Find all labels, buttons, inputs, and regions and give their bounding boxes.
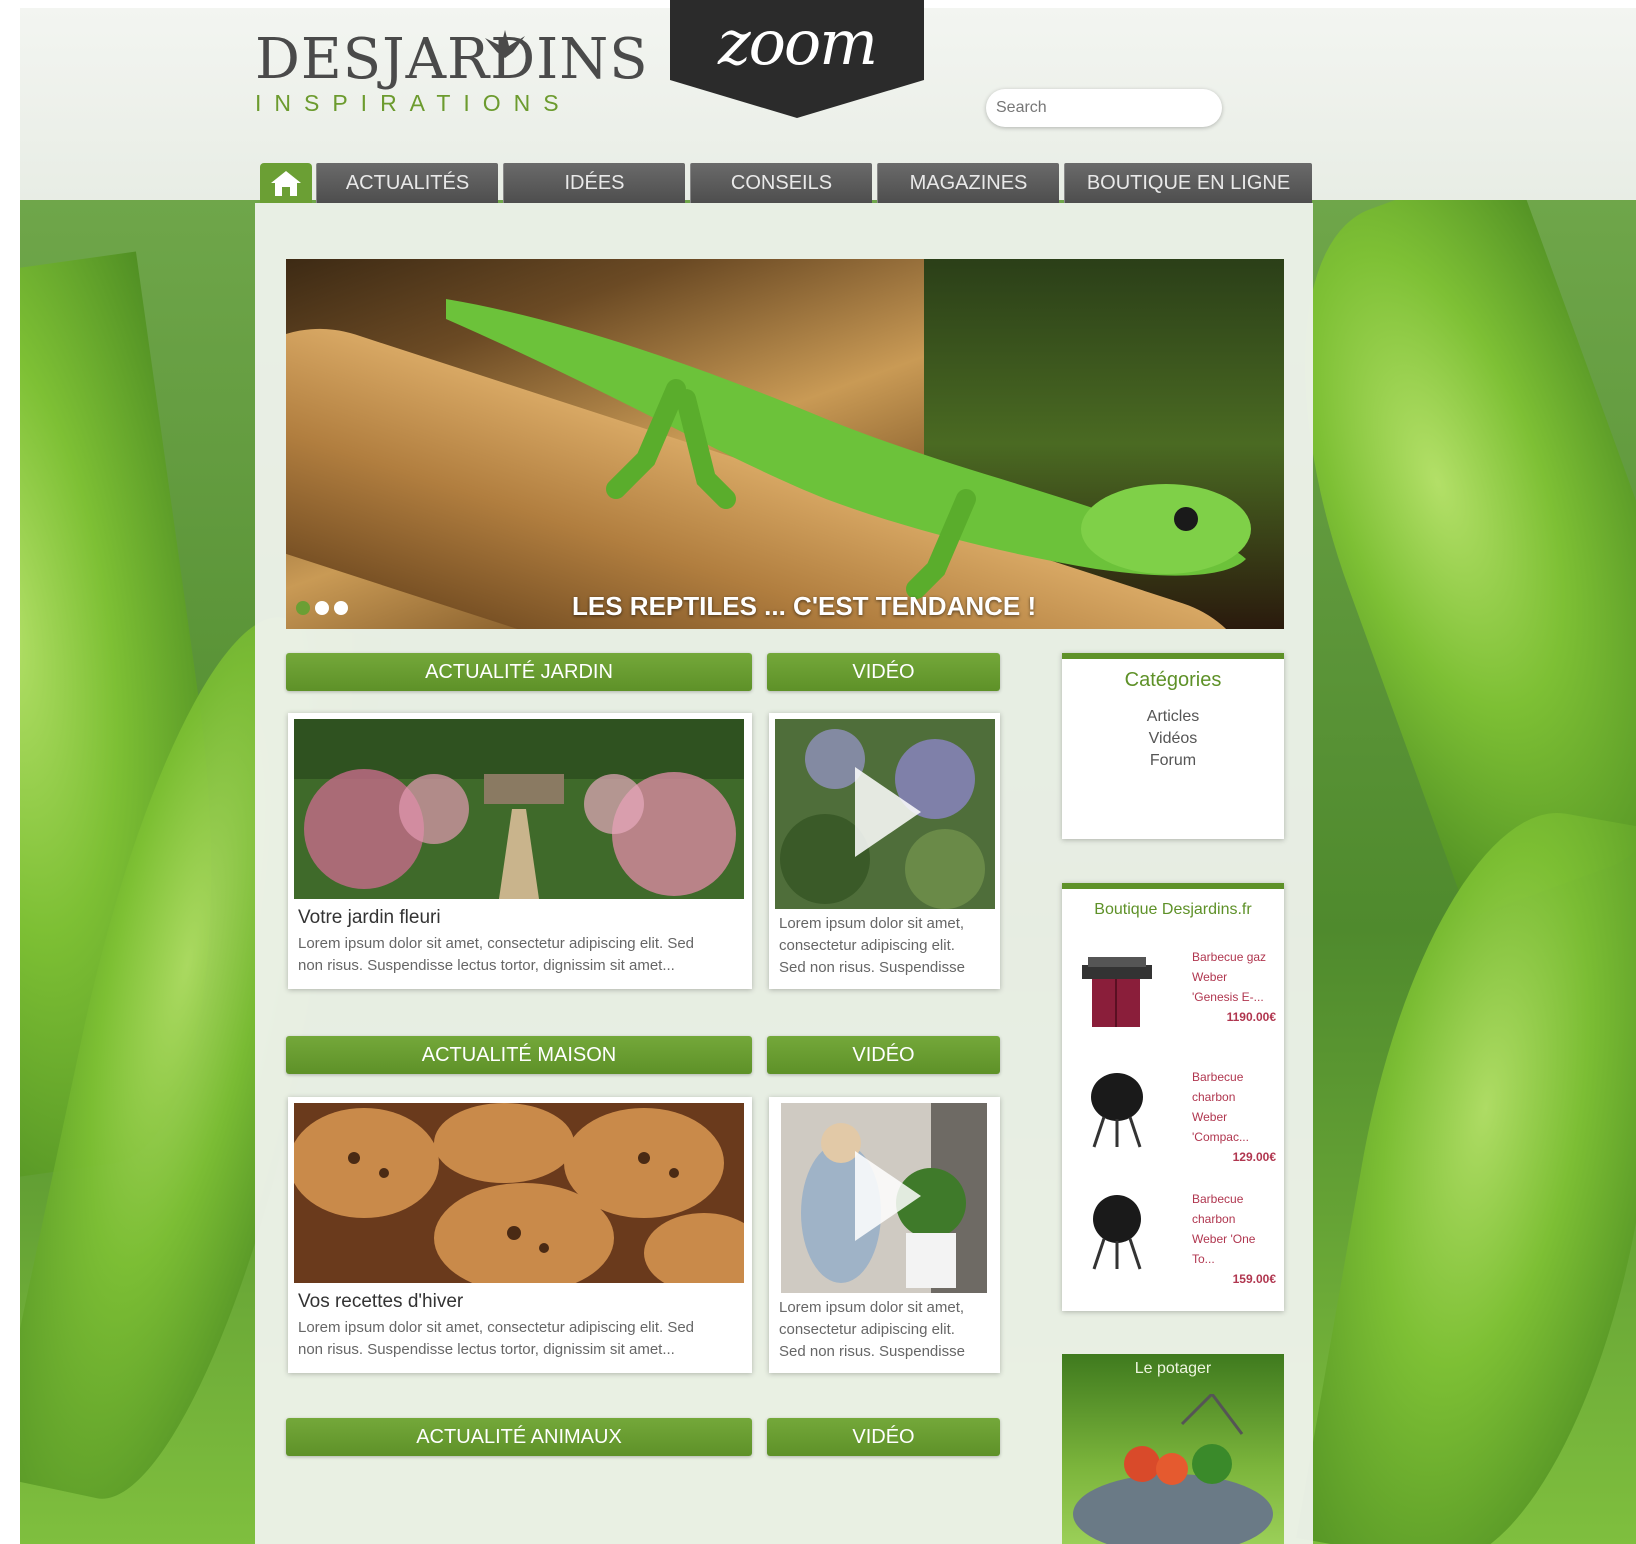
logo-name: DESJARDINS [255,27,649,92]
product-item[interactable]: Barbecue gaz Weber 'Genesis E-... 1190.0… [1074,947,1282,1033]
tab-boutique[interactable]: BOUTIQUE EN LIGNE [1064,163,1312,203]
slider-dot[interactable] [334,601,348,615]
product-price: 159.00€ [1232,1272,1276,1286]
zoom-badge-text: zoom [717,6,878,79]
video-card[interactable]: Lorem ipsum dolor sit amet, consectetur … [769,713,1000,989]
category-link-forum[interactable]: Forum [1062,750,1284,772]
zoom-badge: zoom [670,0,924,122]
excerpt-line: Sed non risus. Suspendisse [779,959,965,976]
video-card[interactable]: Lorem ipsum dolor sit amet, consectetur … [769,1097,1000,1373]
product-item[interactable]: Barbecue charbon Weber 'One To... 159.00… [1074,1189,1282,1289]
tab-conseils[interactable]: CONSEILS [690,163,872,203]
categories-title: Catégories [1124,669,1222,691]
shop-box: Boutique Desjardins.fr Barbecue gaz Webe… [1062,883,1284,1311]
vegetable-basket-image [1073,1394,1273,1544]
leaf-decoration [1296,789,1636,1544]
gas-barbecue-image [1082,957,1152,1027]
search-input[interactable] [986,89,1222,127]
product-item[interactable]: Barbecue charbon Weber 'Compac... 129.00… [1074,1067,1282,1167]
video-header-maison[interactable]: VIDÉO [767,1036,1000,1074]
video-excerpt: Lorem ipsum dolor sit amet, consectetur … [779,1297,965,1363]
home-icon [271,171,301,196]
excerpt-line: non risus. Suspendisse lectus tortor, di… [298,1341,675,1358]
excerpt-line: Lorem ipsum dolor sit amet, consectetur … [298,1319,695,1336]
lizard-image [446,299,1251,599]
product-name-line: Barbecue [1192,1192,1244,1206]
product-name-line: Barbecue [1192,1070,1244,1084]
excerpt-line: consectetur adipiscing elit. [779,1321,955,1338]
excerpt-line: Sed non risus. Suspendisse [779,1343,965,1360]
slider-dot[interactable] [315,601,329,615]
section-header-animaux[interactable]: ACTUALITÉ ANIMAUX [286,1418,752,1456]
product-name-line: Weber [1192,970,1228,984]
product-name-line: charbon [1192,1212,1236,1226]
tab-magazines[interactable]: MAGAZINES [877,163,1059,203]
home-tab[interactable] [260,163,312,203]
category-link-articles[interactable]: Articles [1062,706,1284,728]
article-excerpt: Lorem ipsum dolor sit amet, consectetur … [298,1317,694,1361]
section-header-jardin[interactable]: ACTUALITÉ JARDIN [286,653,752,691]
garden-image [294,719,744,899]
excerpt-line: Lorem ipsum dolor sit amet, [779,1299,965,1316]
product-name-line: charbon [1192,1090,1236,1104]
article-card[interactable]: Vos recettes d'hiver Lorem ipsum dolor s… [288,1097,752,1373]
video-header-animaux[interactable]: VIDÉO [767,1418,1000,1456]
excerpt-line: non risus. Suspendisse lectus tortor, di… [298,957,675,974]
video-excerpt: Lorem ipsum dolor sit amet, consectetur … [779,913,965,979]
main-nav: ACTUALITÉS IDÉES CONSEILS MAGAZINES BOUT… [260,163,1312,203]
slider-dot[interactable] [296,601,310,615]
excerpt-line: Lorem ipsum dolor sit amet, [779,915,965,932]
charcoal-barbecue-image [1092,1195,1142,1270]
product-name-line: Weber 'One [1192,1232,1256,1246]
product-price: 1190.00€ [1226,1010,1276,1024]
excerpt-line: Lorem ipsum dolor sit amet, consectetur … [298,935,695,952]
hero-slider[interactable]: LES REPTILES ... C'EST TENDANCE ! [286,259,1284,629]
product-name-line: Weber [1192,1110,1228,1124]
video-header-jardin[interactable]: VIDÉO [767,653,1000,691]
categories-box: Catégories Articles Vidéos Forum [1062,653,1284,839]
tab-actualites[interactable]: ACTUALITÉS [316,163,498,203]
logo-tagline: INSPIRATIONS [255,90,572,116]
tab-idees[interactable]: IDÉES [503,163,685,203]
play-icon[interactable] [855,767,921,857]
article-title[interactable]: Votre jardin fleuri [298,907,441,929]
product-price: 129.00€ [1232,1150,1276,1164]
category-link-videos[interactable]: Vidéos [1062,728,1284,750]
potager-promo[interactable]: Le potager [1062,1354,1284,1544]
product-name-line: To... [1192,1252,1215,1266]
bird-icon [485,30,525,58]
product-name-line: Barbecue gaz [1192,950,1267,964]
section-header-maison[interactable]: ACTUALITÉ MAISON [286,1036,752,1074]
play-icon[interactable] [855,1151,921,1241]
excerpt-line: consectetur adipiscing elit. [779,937,955,954]
promo-title: Le potager [1134,1360,1212,1377]
hero-caption: LES REPTILES ... C'EST TENDANCE ! [572,591,1037,621]
slider-dots [296,601,348,615]
cookies-image [294,1103,744,1283]
product-name-line: 'Compac... [1192,1130,1249,1144]
article-title[interactable]: Vos recettes d'hiver [298,1291,463,1313]
charcoal-barbecue-image [1091,1073,1143,1148]
article-excerpt: Lorem ipsum dolor sit amet, consectetur … [298,933,694,977]
article-card[interactable]: Votre jardin fleuri Lorem ipsum dolor si… [288,713,752,989]
site-logo[interactable]: DESJARDINS INSPIRATIONS [255,27,649,117]
product-name-line: 'Genesis E-... [1192,990,1264,1004]
shop-title[interactable]: Boutique Desjardins.fr [1062,901,1284,919]
